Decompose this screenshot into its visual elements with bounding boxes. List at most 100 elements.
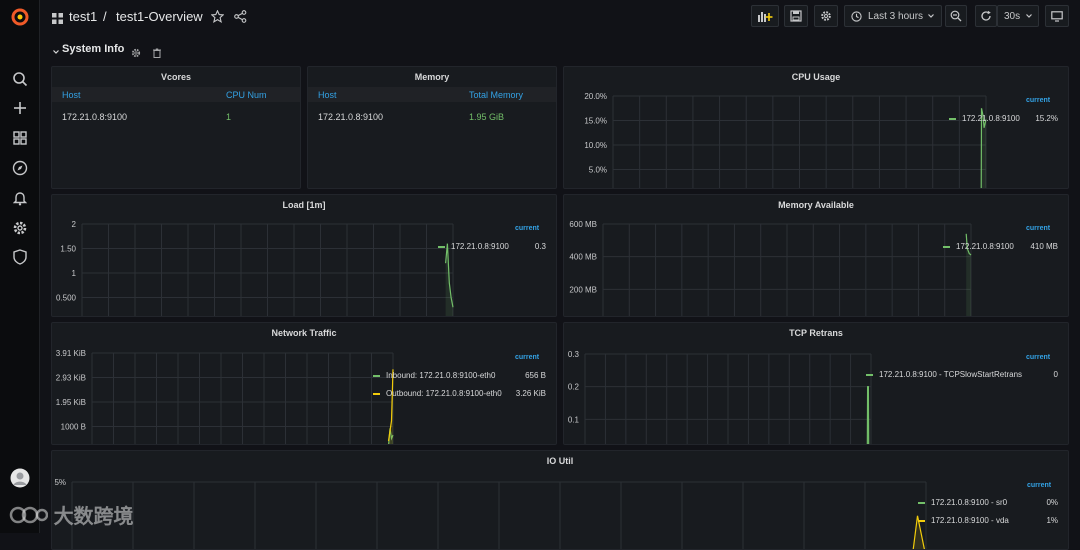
chart-svg: 20.0%15.0%10.0%5.0%0%19:3020:0020:3021:0… [584,92,987,188]
legend-item[interactable]: 172.21.0.8:9100 [949,114,1020,123]
y-tick-label: 10.0% [584,141,607,150]
y-tick-label: 2 [72,220,77,229]
legend-item[interactable]: 172.21.0.8:9100 - vda [918,516,1009,525]
legend-series-name: Outbound: 172.21.0.8:9100-eth0 [386,389,502,398]
legend-current-header[interactable]: current [515,225,539,232]
table-row: 172.21.0.8:9100 1.95 GiB [308,109,556,125]
breadcrumb-folder[interactable]: test1 [69,9,97,24]
watermark-text: 大数跨境 [53,506,134,528]
dashboards-icon[interactable] [10,128,30,148]
legend-item[interactable]: Outbound: 172.21.0.8:9100-eth0 [373,389,502,398]
dashboards-grid-icon[interactable] [52,11,63,29]
save-dashboard-button[interactable] [784,5,808,27]
legend-current-header[interactable]: current [1027,482,1051,489]
column-header-total-memory[interactable]: Total Memory [469,90,523,100]
row-settings-icon[interactable] [131,45,141,63]
legend-series-name: 172.21.0.8:9100 [451,242,509,251]
refresh-button[interactable] [975,5,997,27]
time-range-label: Last 3 hours [868,10,924,22]
legend-item[interactable]: 172.21.0.8:9100 [943,242,1014,251]
legend-series-name: 172.21.0.8:9100 [956,242,1014,251]
legend-current-header[interactable]: current [1026,225,1050,232]
table-row: 172.21.0.8:9100 1 [52,109,300,125]
column-header-host[interactable]: Host [62,90,81,100]
time-range-picker[interactable]: Last 3 hours [844,5,942,27]
search-icon[interactable] [10,69,30,89]
legend-swatch [373,392,380,395]
add-panel-button[interactable] [751,5,779,27]
network-traffic-panel: Network Traffic 3.91 KiB 2.93 KiB 1.95 KiB 1… [51,322,557,445]
sidebar [0,0,40,533]
y-tick-label: 0.500 [56,294,77,303]
panel-title[interactable]: Vcores [52,72,300,82]
y-tick-label: 2.93 KiB [56,374,86,383]
cell-host: 172.21.0.8:9100 [318,112,384,122]
legend-item[interactable]: 172.21.0.8:9100 [438,242,509,251]
panel-title[interactable]: Memory [308,72,556,82]
legend-current-value: 656 B [525,371,546,380]
y-tick-label: 200 MB [569,285,597,294]
table-header: Host CPU Num [52,87,300,102]
y-tick-label: 600 MB [569,220,597,229]
grafana-logo-icon[interactable] [10,7,30,27]
column-header-cpu-num[interactable]: CPU Num [226,90,267,100]
plus-icon[interactable] [10,98,30,118]
table-header: Host Total Memory [308,87,556,102]
row-delete-icon[interactable] [152,45,162,63]
zoom-out-button[interactable] [945,5,967,27]
shield-icon[interactable] [10,247,30,267]
cell-cpu-num: 1 [226,112,232,122]
dashboard-settings-button[interactable] [814,5,838,27]
legend-item[interactable]: 172.21.0.8:9100 - TCPSlowStartRetrans [866,370,1022,379]
legend-item[interactable]: 172.21.0.8:9100 - sr0 [918,498,1007,507]
legend-swatch [866,373,873,376]
bell-icon[interactable] [10,188,30,208]
chart-svg: 0.30.20.1019:3020:0020:3021:0021:3022:00 [568,350,872,444]
dashboard-title[interactable]: test1-Overview [116,9,203,24]
legend-swatch [949,117,956,120]
chart-svg: 21.5010.500019:3020:0020:3021:0021:3022:… [56,220,454,316]
refresh-interval-picker[interactable]: 30s [997,5,1039,27]
legend-series-name: Inbound: 172.21.0.8:9100-eth0 [386,371,496,380]
y-tick-label: 0.1 [568,415,580,424]
cell-total-memory: 1.95 GiB [469,112,505,122]
cpu-usage-panel: CPU Usage20.0%15.0%10.0%5.0%0%19:3020:00… [563,66,1069,189]
chevron-down-icon [928,14,934,18]
y-tick-label: 1000 B [61,423,86,432]
y-tick-label: 0.2 [568,383,580,392]
avatar[interactable] [10,468,30,488]
legend-current-value: 1% [1046,516,1058,525]
legend-current-header[interactable]: current [1026,354,1050,361]
explore-icon[interactable] [10,158,30,178]
legend-item[interactable]: Inbound: 172.21.0.8:9100-eth0 [373,371,495,380]
watermark-logo: 大数跨境 [8,500,134,529]
legend-series-name: 172.21.0.8:9100 [962,114,1020,123]
vcores-panel: Vcores Host CPU Num 172.21.0.8:9100 1 [51,66,301,189]
tv-mode-button[interactable] [1045,5,1069,27]
y-tick-label: 5% [54,478,66,487]
legend-swatch [373,374,380,377]
gear-icon[interactable] [10,218,30,238]
star-icon[interactable] [210,9,225,28]
legend-series-name: 172.21.0.8:9100 - vda [931,516,1009,525]
y-tick-label: 1 [72,269,77,278]
y-tick-label: 20.0% [584,92,607,101]
legend-current-value: 3.26 KiB [515,389,546,398]
legend-series-name: 172.21.0.8:9100 - TCPSlowStartRetrans [879,370,1023,379]
share-icon[interactable] [234,10,247,28]
row-collapse-toggle[interactable] [52,43,60,55]
chevron-down-icon [1026,14,1032,18]
breadcrumb-separator: / [103,9,107,24]
y-tick-label: 15.0% [584,117,607,126]
chart-svg: 5%3% [54,478,927,549]
legend-current-header[interactable]: current [1026,97,1050,104]
legend-current-value: 0% [1046,498,1058,507]
top-navbar: test1 / test1-Overview Last 3 hours 30s [40,0,1080,34]
memory-available-panel: Memory Available600 MB400 MB200 MB0 B19:… [563,194,1069,317]
legend-current-header[interactable]: current [515,354,539,361]
y-tick-label: 1.95 KiB [56,398,86,407]
legend-series-name: 172.21.0.8:9100 - sr0 [931,498,1008,507]
legend-current-value: 410 MB [1030,242,1058,251]
row-title[interactable]: System Info [62,43,124,55]
column-header-host[interactable]: Host [318,90,337,100]
